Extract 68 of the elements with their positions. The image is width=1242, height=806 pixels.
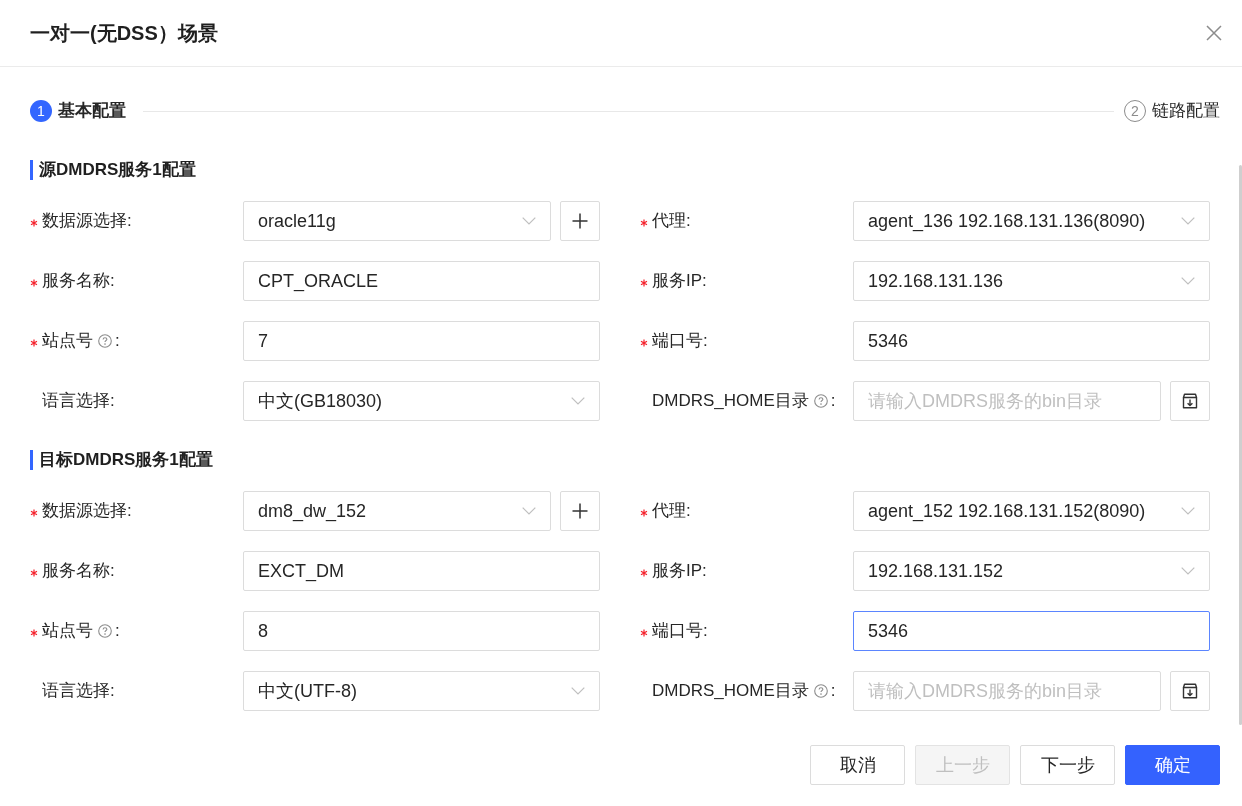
select-field[interactable]: agent_136 192.168.131.136(8090) (853, 201, 1210, 241)
field-label: DMDRS_HOME目录 (652, 390, 809, 412)
step-label[interactable]: 链路配置 (1152, 99, 1220, 123)
help-icon[interactable] (98, 334, 112, 348)
chevron-down-icon (522, 507, 536, 515)
browse-button[interactable] (1170, 381, 1210, 421)
select-field[interactable]: oracle11g (243, 201, 551, 241)
field-label: 站点号 (42, 330, 93, 352)
field-label: 数据源选择: (42, 500, 132, 522)
input-field[interactable]: 请输入DMDRS服务的bin目录 (853, 671, 1161, 711)
download-box-icon (1182, 683, 1198, 699)
footer-button[interactable]: 下一步 (1020, 745, 1115, 785)
step-number: 2 (1124, 100, 1146, 122)
select-field[interactable]: dm8_dw_152 (243, 491, 551, 531)
help-icon[interactable] (813, 684, 828, 698)
label-colon: : (115, 330, 120, 352)
plus-icon (572, 503, 588, 519)
select-field[interactable]: 中文(GB18030) (243, 381, 600, 421)
field-label: 代理: (652, 210, 691, 232)
chevron-down-icon (1181, 567, 1195, 575)
field-label: 端口号: (652, 620, 708, 642)
select-field[interactable]: 192.168.131.136 (853, 261, 1210, 301)
chevron-down-icon (522, 217, 536, 225)
field-label: 语言选择: (42, 390, 115, 412)
footer-button[interactable]: 取消 (810, 745, 905, 785)
label-colon: : (830, 390, 836, 412)
chevron-down-icon (1181, 277, 1195, 285)
field-label: 代理: (652, 500, 691, 522)
field-label: 数据源选择: (42, 210, 132, 232)
select-field[interactable]: agent_152 192.168.131.152(8090) (853, 491, 1210, 531)
browse-button[interactable] (1170, 671, 1210, 711)
scrollbar[interactable] (1239, 165, 1242, 725)
field-label: DMDRS_HOME目录 (652, 680, 809, 702)
field-label: 服务IP: (652, 270, 707, 292)
chevron-down-icon (571, 687, 585, 695)
step-label[interactable]: 基本配置 (58, 99, 126, 123)
footer-button[interactable]: 确定 (1125, 745, 1220, 785)
help-icon[interactable] (813, 394, 828, 408)
download-box-icon (1182, 393, 1198, 409)
label-colon: : (115, 620, 120, 642)
plus-icon (572, 213, 588, 229)
field-label: 站点号 (42, 620, 93, 642)
close-icon[interactable] (1206, 25, 1222, 41)
step-number: 1 (30, 100, 52, 122)
input-field[interactable]: 5346 (853, 611, 1210, 651)
input-field[interactable]: CPT_ORACLE (243, 261, 600, 301)
section-title: 源DMDRS服务1配置 (30, 160, 196, 180)
field-label: 语言选择: (42, 680, 115, 702)
select-field[interactable]: 192.168.131.152 (853, 551, 1210, 591)
input-field[interactable]: 5346 (853, 321, 1210, 361)
chevron-down-icon (1181, 217, 1195, 225)
field-label: 服务名称: (42, 560, 115, 582)
input-field[interactable]: EXCT_DM (243, 551, 600, 591)
chevron-down-icon (571, 397, 585, 405)
field-label: 服务IP: (652, 560, 707, 582)
section-title: 目标DMDRS服务1配置 (30, 450, 213, 470)
dialog-title: 一对一(无DSS）场景 (30, 21, 218, 45)
field-label: 服务名称: (42, 270, 115, 292)
help-icon[interactable] (98, 624, 112, 638)
input-field[interactable]: 8 (243, 611, 600, 651)
chevron-down-icon (1181, 507, 1195, 515)
input-field[interactable]: 7 (243, 321, 600, 361)
field-label: 端口号: (652, 330, 708, 352)
add-button[interactable] (560, 201, 600, 241)
input-field[interactable]: 请输入DMDRS服务的bin目录 (853, 381, 1161, 421)
label-colon: : (830, 680, 836, 702)
add-button[interactable] (560, 491, 600, 531)
select-field[interactable]: 中文(UTF-8) (243, 671, 600, 711)
